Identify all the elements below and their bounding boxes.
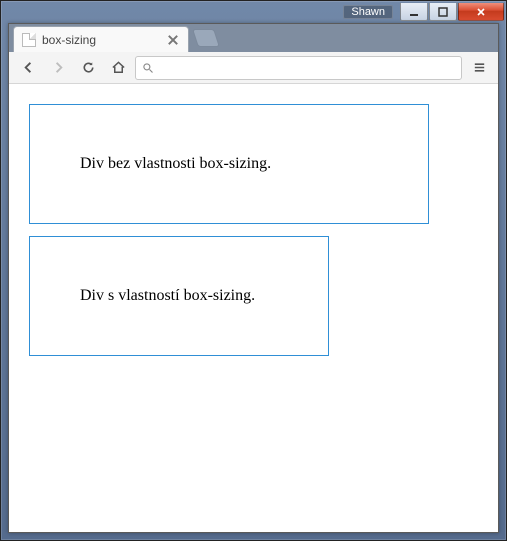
window-frame: Shawn box-sizing <box>0 0 507 541</box>
close-icon <box>166 33 180 47</box>
demo-box-text: Div s vlastností box-sizing. <box>80 287 255 304</box>
tab-close-button[interactable] <box>166 33 180 47</box>
file-icon <box>22 33 36 47</box>
menu-icon <box>472 60 487 75</box>
arrow-right-icon <box>51 60 66 75</box>
close-icon <box>476 7 486 17</box>
arrow-left-icon <box>21 60 36 75</box>
close-button[interactable] <box>458 3 504 21</box>
back-button[interactable] <box>15 55 41 81</box>
demo-box-no-sizing: Div bez vlastnosti box-sizing. <box>29 104 429 224</box>
maximize-icon <box>438 7 448 17</box>
home-icon <box>111 60 126 75</box>
minimize-icon <box>409 7 419 17</box>
browser-toolbar <box>9 52 498 84</box>
demo-box-text: Div bez vlastnosti box-sizing. <box>80 155 271 172</box>
home-button[interactable] <box>105 55 131 81</box>
address-input[interactable] <box>160 60 455 75</box>
minimize-button[interactable] <box>400 3 428 21</box>
window-titlebar: Shawn <box>1 1 506 23</box>
reload-button[interactable] <box>75 55 101 81</box>
search-icon <box>142 62 154 74</box>
address-bar[interactable] <box>135 56 462 80</box>
browser-tab[interactable]: box-sizing <box>13 26 189 52</box>
tab-title: box-sizing <box>42 33 160 47</box>
reload-icon <box>81 60 96 75</box>
menu-button[interactable] <box>466 55 492 81</box>
forward-button[interactable] <box>45 55 71 81</box>
page-content: Div bez vlastnosti box-sizing. Div s vla… <box>9 84 498 532</box>
user-badge: Shawn <box>343 5 393 19</box>
new-tab-button[interactable] <box>192 29 220 47</box>
browser-window: box-sizing <box>8 23 499 533</box>
demo-box-with-sizing: Div s vlastností box-sizing. <box>29 236 329 356</box>
maximize-button[interactable] <box>429 3 457 21</box>
tab-strip: box-sizing <box>9 24 498 52</box>
